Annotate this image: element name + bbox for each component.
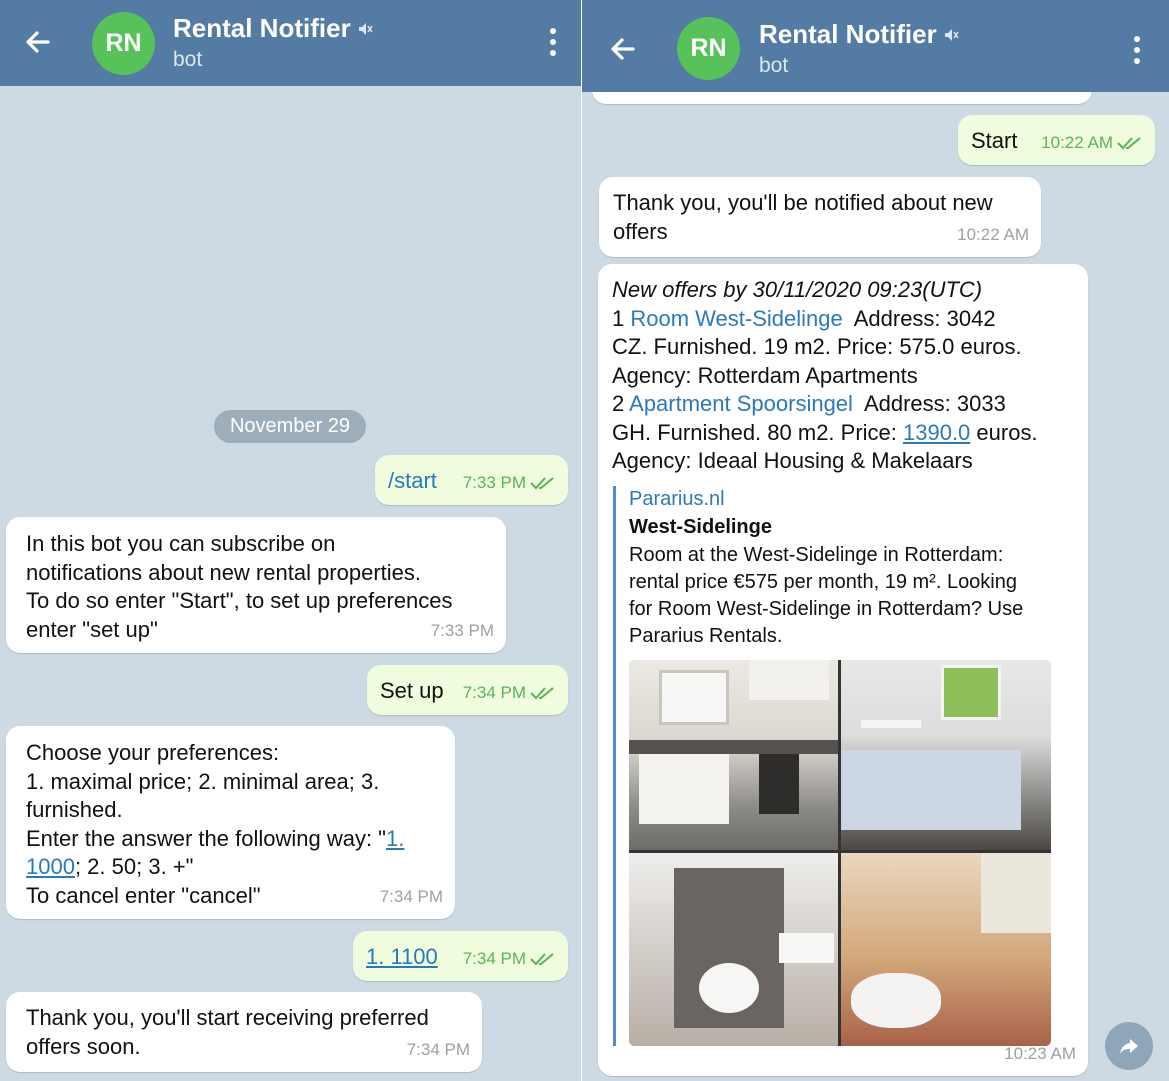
message-incoming[interactable]: Thank you, you'll be notified about new … (599, 177, 1041, 257)
message-outgoing[interactable]: Start 10:22 AM (958, 115, 1155, 165)
chat-pane-right: RN Rental Notifier bot Start 10:22 AM Th… (582, 0, 1169, 1081)
chat-title: Rental Notifier (759, 19, 937, 49)
more-options-icon[interactable] (1133, 36, 1141, 64)
back-arrow-icon[interactable] (22, 26, 54, 58)
forward-button[interactable] (1105, 1022, 1153, 1070)
message-text: Thank you, you'll start receiving prefer… (26, 1005, 429, 1059)
offers-heading: New offers by 30/11/2020 09:23(UTC) (612, 277, 983, 302)
preview-description: Room at the West-Sidelinge in Rotterdam:… (629, 544, 1024, 647)
message-incoming[interactable]: In this bot you can subscribe on notific… (6, 517, 506, 653)
message-text[interactable]: /start (388, 467, 437, 496)
message-text: Start (971, 128, 1018, 153)
example-link[interactable]: 1. (386, 826, 404, 851)
chat-header: RN Rental Notifier bot (0, 0, 581, 86)
photo-kitchen (629, 660, 838, 850)
message-time: 10:22 AM (957, 224, 1029, 244)
message-incoming[interactable]: Thank you, you'll start receiving prefer… (6, 992, 482, 1072)
message-time: 7:33 PM (430, 620, 494, 640)
message-time: 7:34 PM (379, 886, 443, 906)
double-check-icon (1117, 136, 1141, 150)
avatar[interactable]: RN (677, 17, 740, 80)
message-time: 7:33 PM (463, 469, 556, 498)
example-link[interactable]: 1000 (26, 854, 75, 879)
back-arrow-icon[interactable] (607, 33, 639, 65)
date-separator: November 29 (214, 410, 366, 443)
title-row[interactable]: Rental Notifier (173, 13, 373, 44)
double-check-icon (530, 952, 554, 966)
double-check-icon (530, 476, 554, 490)
preview-title: West-Sidelinge (629, 516, 772, 538)
chat-header: RN Rental Notifier bot (582, 0, 1169, 92)
chat-title: Rental Notifier (173, 13, 351, 43)
muted-icon (944, 28, 959, 41)
offer-link[interactable]: Apartment Spoorsingel (629, 391, 853, 416)
price-link[interactable]: 1390.0 (903, 420, 970, 445)
muted-icon (358, 22, 373, 35)
message-text: Thank you, you'll be notified about new … (613, 190, 993, 244)
avatar[interactable]: RN (92, 12, 155, 75)
message-incoming[interactable]: Choose your preferences: 1. maximal pric… (6, 726, 455, 919)
offer-link[interactable]: Room West-Sidelinge (630, 306, 842, 331)
title-row[interactable]: Rental Notifier (759, 19, 959, 50)
message-time: 10:22 AM (1041, 129, 1143, 158)
message-time: 7:34 PM (406, 1039, 470, 1059)
more-options-icon[interactable] (549, 28, 557, 56)
message-time: 7:34 PM (463, 945, 556, 974)
message-outgoing[interactable]: /start 7:33 PM (375, 455, 568, 505)
photo-bedroom (841, 660, 1051, 850)
message-text: In this bot you can subscribe on notific… (26, 531, 453, 642)
message-incoming[interactable]: New offers by 30/11/2020 09:23(UTC) 1 Ro… (598, 264, 1088, 1076)
message-outgoing[interactable]: Set up 7:34 PM (367, 665, 568, 715)
message-text: New offers by 30/11/2020 09:23(UTC) 1 Ro… (612, 276, 1082, 476)
chat-subtitle: bot (759, 54, 789, 77)
message-text: Set up (380, 678, 444, 703)
photo-bathroom (841, 853, 1051, 1046)
double-check-icon (530, 686, 554, 700)
chat-pane-left: RN Rental Notifier bot November 29 /star… (0, 0, 581, 1081)
message-time: 10:23 AM (1004, 1043, 1076, 1063)
link-preview[interactable]: Pararius.nl West-Sidelinge Room at the W… (613, 486, 1051, 1046)
message-text[interactable]: 1. 1100 (366, 943, 438, 972)
message-outgoing[interactable]: 1. 1100 7:34 PM (353, 931, 568, 981)
preview-image[interactable] (629, 660, 1051, 1046)
message-time: 7:34 PM (463, 679, 556, 708)
preview-site[interactable]: Pararius.nl (629, 486, 1051, 513)
chat-subtitle: bot (173, 48, 203, 71)
forward-icon (1120, 1039, 1138, 1054)
photo-toilet (629, 853, 838, 1046)
